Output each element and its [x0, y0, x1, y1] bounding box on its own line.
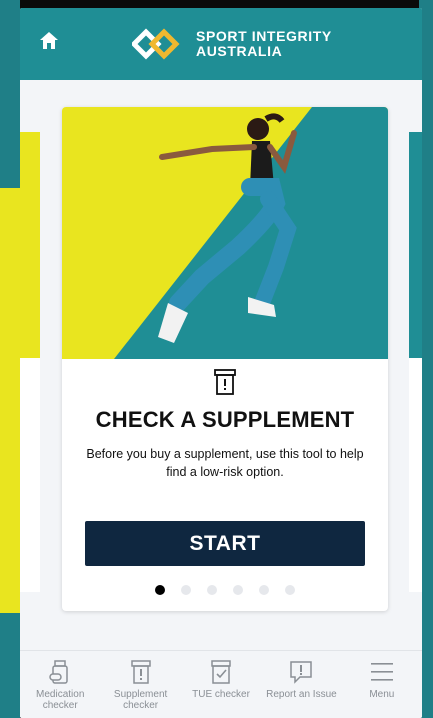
tue-icon — [211, 660, 231, 684]
tab-label: TUE checker — [192, 689, 250, 700]
logo-text: SPORT INTEGRITY AUSTRALIA — [196, 29, 332, 59]
carousel-dot[interactable] — [285, 585, 295, 595]
app-header: SPORT INTEGRITY AUSTRALIA — [20, 8, 422, 80]
start-button[interactable]: START — [85, 521, 365, 566]
carousel-dot[interactable] — [207, 585, 217, 595]
tab-medication-checker[interactable]: Medication checker — [20, 651, 100, 718]
feature-card: CHECK A SUPPLEMENT Before you buy a supp… — [62, 107, 388, 611]
tab-supplement-checker[interactable]: Supplement checker — [100, 651, 180, 718]
tab-label: Report an Issue — [266, 689, 337, 700]
tab-report-issue[interactable]: Report an Issue — [261, 651, 341, 718]
tab-label: Medication checker — [36, 689, 85, 711]
menu-icon — [370, 663, 393, 681]
supplement-icon — [130, 660, 151, 684]
logo-mark-icon — [132, 28, 180, 60]
next-card-peek[interactable] — [409, 132, 422, 592]
home-icon — [40, 32, 58, 49]
medication-icon — [49, 660, 68, 684]
athlete-hero-image — [62, 107, 388, 359]
card-description: Before you buy a supplement, use this to… — [86, 447, 364, 479]
sport-integrity-logo: SPORT INTEGRITY AUSTRALIA — [132, 22, 332, 66]
tab-tue-checker[interactable]: TUE checker — [181, 651, 261, 718]
card-title: CHECK A SUPPLEMENT — [95, 407, 355, 432]
bottom-tab-bar: Medication checker Supplement checker TU… — [20, 650, 422, 718]
report-icon — [290, 661, 313, 684]
app-screen: SPORT INTEGRITY AUSTRALIA CHECK A SUPPLE… — [20, 8, 422, 718]
logo-line-2: AUSTRALIA — [196, 43, 283, 59]
carousel-dot[interactable] — [181, 585, 191, 595]
supplement-jar-icon — [214, 369, 236, 395]
previous-card-peek[interactable] — [20, 132, 40, 592]
carousel-dot[interactable] — [259, 585, 269, 595]
tab-label: Menu — [369, 689, 395, 700]
tab-menu[interactable]: Menu — [342, 651, 422, 718]
carousel-dot[interactable] — [155, 585, 165, 595]
background-panel-left-yellow — [0, 188, 20, 613]
home-button[interactable] — [38, 30, 60, 52]
logo-line-1: SPORT INTEGRITY — [196, 28, 332, 44]
carousel-dot[interactable] — [233, 585, 243, 595]
carousel-dots — [62, 585, 388, 595]
tab-label: Supplement checker — [113, 689, 168, 711]
